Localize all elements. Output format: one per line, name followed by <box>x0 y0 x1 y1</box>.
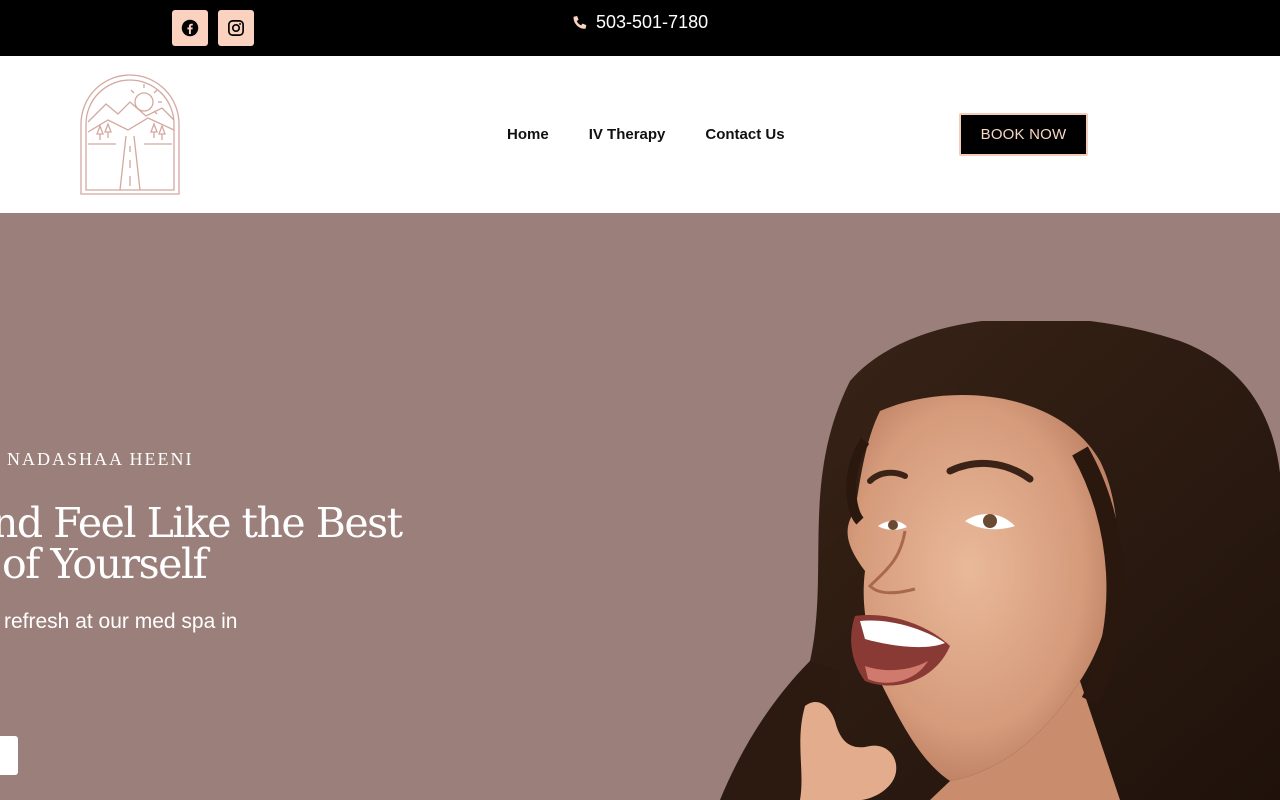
hero-headline-line2: of Yourself <box>2 540 208 588</box>
hero-eyebrow: NADASHAA HEENI <box>7 449 194 469</box>
hero-cta-button[interactable] <box>0 736 18 775</box>
phone-link[interactable]: 503-501-7180 <box>572 11 708 33</box>
phone-icon <box>573 16 587 29</box>
hero-headline: nd Feel Like the Best of Yourself <box>0 499 403 588</box>
arch-landscape-logo[interactable] <box>78 74 182 196</box>
instagram-button[interactable] <box>218 10 254 46</box>
book-now-button[interactable]: BOOK NOW <box>959 113 1088 156</box>
hero-section: NADASHAA HEENI nd Feel Like the Best of … <box>0 213 1280 800</box>
instagram-icon <box>228 20 244 36</box>
site-header: Home IV Therapy Contact Us BOOK NOW <box>0 56 1280 213</box>
nav-home[interactable]: Home <box>507 126 549 143</box>
main-nav: Home IV Therapy Contact Us <box>507 126 785 143</box>
hero-woman-photo <box>720 321 1280 800</box>
top-bar: 503-501-7180 <box>0 0 1280 56</box>
hero-headline-line1: nd Feel Like the Best <box>0 499 403 547</box>
nav-iv-therapy[interactable]: IV Therapy <box>589 126 666 143</box>
nav-contact-us[interactable]: Contact Us <box>705 126 784 143</box>
facebook-button[interactable] <box>172 10 208 46</box>
facebook-icon <box>181 19 199 37</box>
phone-number: 503-501-7180 <box>596 11 709 32</box>
hero-subtext: refresh at our med spa in <box>4 610 238 633</box>
